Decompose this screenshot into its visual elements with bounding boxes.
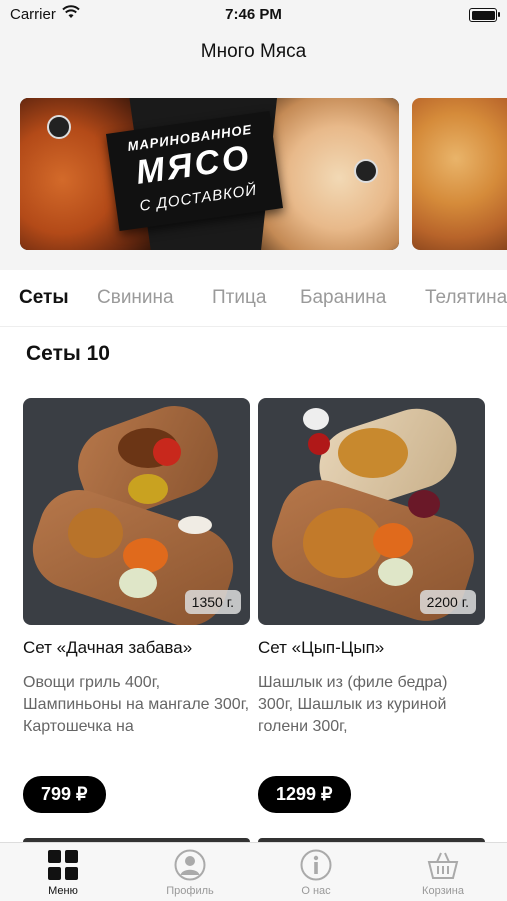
tab-pork[interactable]: Свинина xyxy=(97,287,174,309)
product-title: Сет «Дачная забава» xyxy=(23,638,193,657)
profile-icon xyxy=(174,849,206,881)
tabbar-about[interactable]: О нас xyxy=(253,843,379,901)
tabbar-profile[interactable]: Профиль xyxy=(127,843,253,901)
price-button[interactable]: 1299 ₽ xyxy=(258,776,351,813)
promo-banner-marinated-meat[interactable]: МАРИНОВАННОЕ МЯСО С ДОСТАВКОЙ xyxy=(20,98,399,250)
promo-banner-pizza[interactable] xyxy=(412,98,507,250)
product-card[interactable]: 2200 г. Сет «Цып-Цып» Шашлык из (филе бе… xyxy=(258,398,485,813)
tabbar-label: О нас xyxy=(301,885,331,897)
brand-logo-icon xyxy=(354,159,378,183)
battery-icon xyxy=(469,8,500,22)
brand-logo-icon xyxy=(47,115,71,139)
weight-badge: 1350 г. xyxy=(184,590,241,614)
tabbar-menu[interactable]: Меню xyxy=(0,843,126,901)
info-icon xyxy=(300,849,332,881)
section-title: Сеты 10 xyxy=(26,342,110,365)
tab-veal[interactable]: Телятина xyxy=(425,287,507,309)
tab-bar: Меню Профиль О нас Корзина xyxy=(0,842,507,901)
grid-icon xyxy=(48,850,78,880)
tab-lamb[interactable]: Баранина xyxy=(300,287,386,309)
status-bar: Carrier 7:46 PM xyxy=(0,0,507,30)
banner-chicken-image xyxy=(259,98,399,250)
product-card[interactable]: 1350 г. Сет «Дачная забава» Овощи гриль … xyxy=(23,398,250,813)
basket-icon xyxy=(427,852,459,879)
tabbar-label: Меню xyxy=(48,885,78,897)
tab-poultry[interactable]: Птица xyxy=(212,287,266,309)
product-description: Шашлык из (филе бедра) 300г, Шашлык из к… xyxy=(258,674,448,735)
promo-carousel[interactable]: МАРИНОВАННОЕ МЯСО С ДОСТАВКОЙ xyxy=(0,74,507,270)
status-time: 7:46 PM xyxy=(225,6,282,23)
product-image: 1350 г. xyxy=(23,398,250,625)
weight-badge: 2200 г. xyxy=(419,590,476,614)
page-title: Много Мяса xyxy=(200,41,307,62)
tab-sets[interactable]: Сеты xyxy=(19,287,69,309)
nav-bar: Много Мяса xyxy=(0,30,507,74)
product-description: Овощи гриль 400г, Шампиньоны на мангале … xyxy=(23,674,250,735)
tabbar-label: Профиль xyxy=(166,885,214,897)
tabbar-label: Корзина xyxy=(422,885,464,897)
price-button[interactable]: 799 ₽ xyxy=(23,776,106,813)
product-title: Сет «Цып-Цып» xyxy=(258,638,385,657)
tabbar-cart[interactable]: Корзина xyxy=(380,843,506,901)
category-tabs: Сеты Свинина Птица Баранина Телятина xyxy=(0,270,507,327)
product-image: 2200 г. xyxy=(258,398,485,625)
